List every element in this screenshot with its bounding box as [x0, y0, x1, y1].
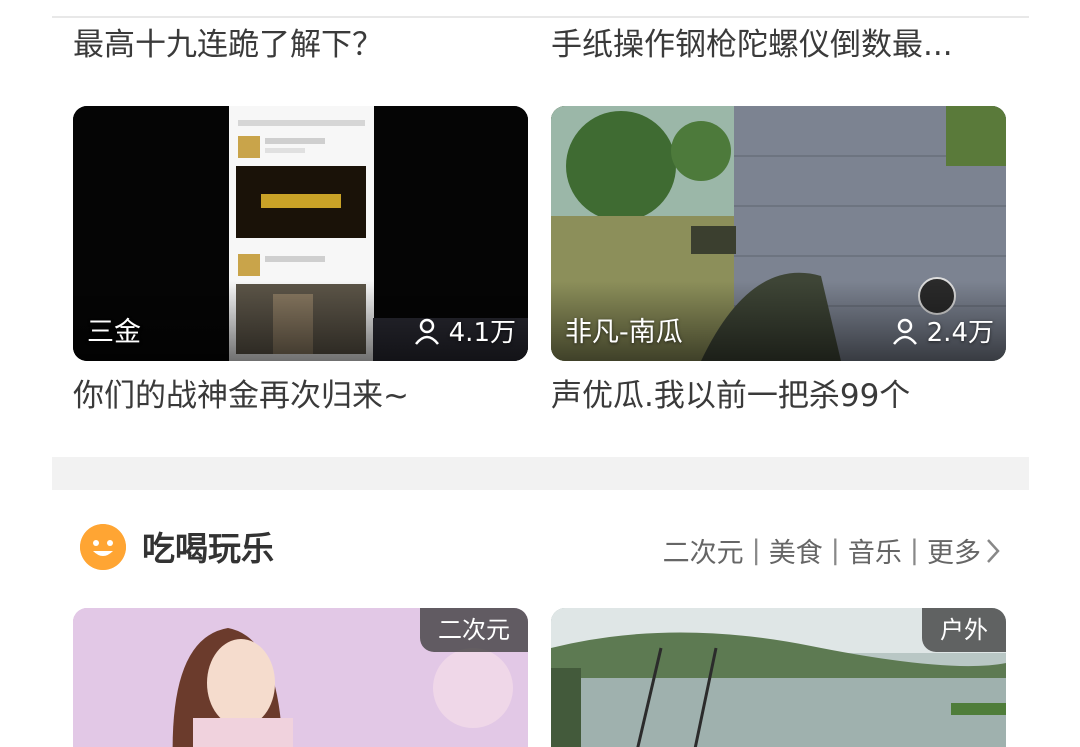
separator: |: [909, 535, 919, 566]
viewer-count-value: 2.4万: [926, 318, 994, 348]
separator: |: [751, 535, 761, 566]
streamer-name: 三金: [87, 317, 141, 348]
category-link[interactable]: 二次元: [663, 531, 744, 570]
stream-card[interactable]: 非凡-南瓜 2.4万: [551, 106, 1006, 361]
category-links: 二次元 | 美食 | 音乐 | 更多: [663, 531, 1001, 570]
person-icon: [892, 318, 917, 345]
stream-title[interactable]: 最高十九连跪了解下？: [73, 25, 513, 65]
stream-title[interactable]: 手纸操作钢枪陀螺仪倒数最...: [551, 25, 1006, 65]
more-link[interactable]: 更多: [927, 531, 1001, 570]
category-tag: 户外: [922, 608, 1006, 652]
stream-card[interactable]: 户外: [551, 608, 1006, 747]
person-icon: [414, 318, 439, 345]
separator: |: [830, 535, 840, 566]
streamer-name: 非凡-南瓜: [565, 317, 683, 348]
category-link[interactable]: 音乐: [848, 531, 902, 570]
divider: [52, 16, 1029, 18]
stream-title[interactable]: 声优瓜.我以前一把杀99个: [551, 376, 1006, 416]
category-link[interactable]: 美食: [769, 531, 823, 570]
stream-title[interactable]: 你们的战神金再次归来~: [73, 376, 528, 416]
section-separator: [52, 457, 1029, 490]
viewer-count: 2.4万: [891, 312, 994, 349]
viewer-count: 4.1万: [413, 312, 516, 349]
viewer-count-value: 4.1万: [448, 318, 516, 348]
category-tag: 二次元: [420, 608, 528, 652]
section-title: 吃喝玩乐: [142, 529, 274, 568]
live-feed: 最高十九连跪了解下？ 手纸操作钢枪陀螺仪倒数最... 三金 4.1万 非凡-南瓜…: [52, 0, 1029, 747]
smiley-icon: [80, 524, 126, 570]
more-label: 更多: [927, 538, 981, 569]
stream-card[interactable]: 三金 4.1万: [73, 106, 528, 361]
chevron-right-icon: [987, 538, 1000, 563]
stream-card[interactable]: 二次元: [73, 608, 528, 747]
